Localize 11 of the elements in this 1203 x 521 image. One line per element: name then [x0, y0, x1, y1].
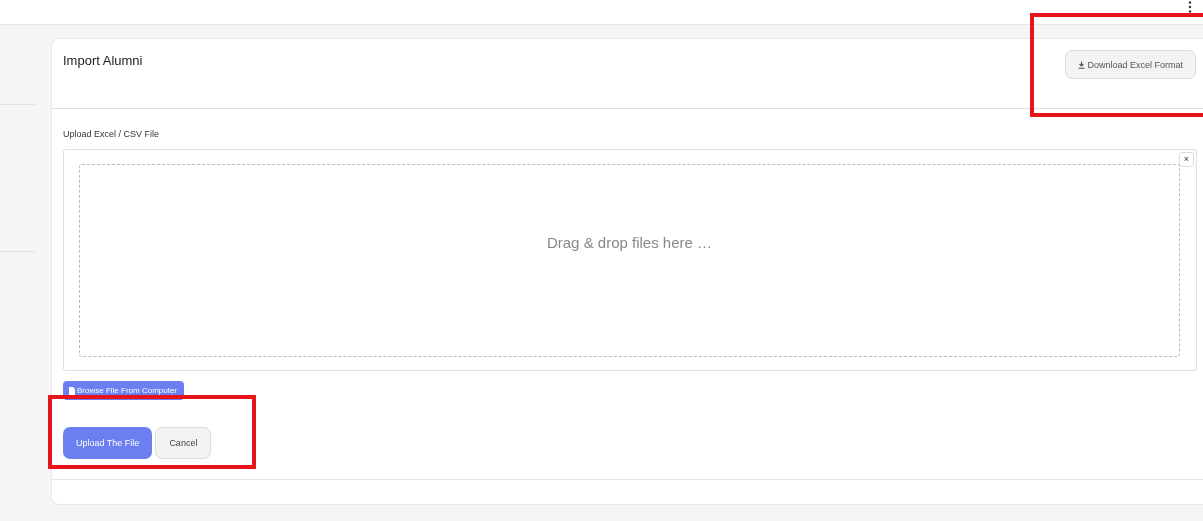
download-button[interactable]: Download Excel Format — [1065, 50, 1196, 79]
drop-hint: Drag & drop files here … — [546, 234, 713, 251]
card-title: Import Alumni — [63, 53, 143, 68]
field-label: Upload Excel / CSV File — [63, 129, 161, 141]
close-button[interactable]: × — [1179, 152, 1194, 167]
more-icon[interactable] — [1188, 1, 1192, 13]
file-icon — [69, 386, 75, 395]
drop-zone[interactable]: Drag & drop files here … — [79, 164, 1180, 357]
download-icon — [1078, 60, 1086, 69]
upload-button[interactable]: Upload The File — [63, 427, 153, 459]
cancel-button[interactable]: Cancel — [155, 427, 212, 459]
